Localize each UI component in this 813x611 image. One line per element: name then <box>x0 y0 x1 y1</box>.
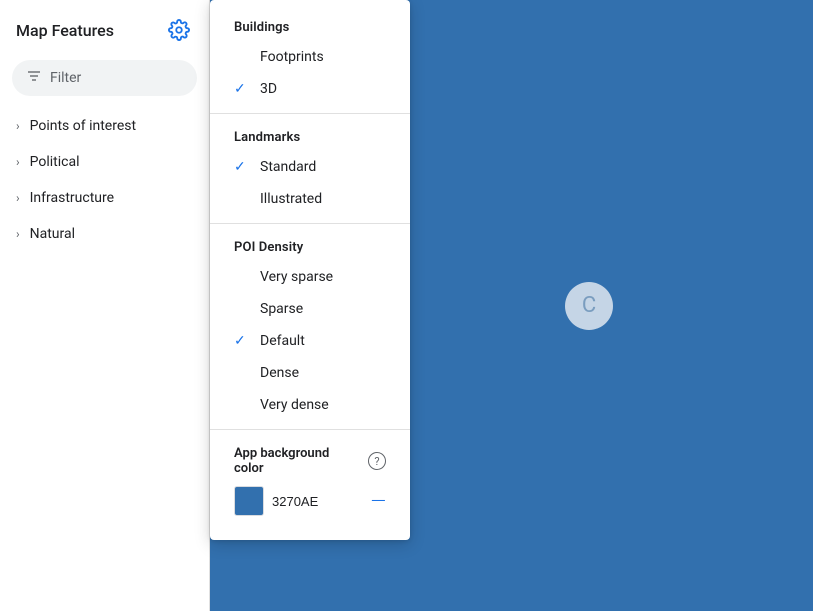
menu-item-very-sparse[interactable]: Very sparse <box>210 261 410 293</box>
menu-item-default[interactable]: ✓ Default <box>210 325 410 357</box>
color-section: App background color ? — <box>210 438 410 524</box>
menu-item-very-dense[interactable]: Very dense <box>210 389 410 421</box>
sidebar-item-label: Points of interest <box>30 118 136 134</box>
filter-icon <box>26 68 42 88</box>
check-icon: ✓ <box>234 159 252 175</box>
filter-bar[interactable]: Filter <box>12 60 197 96</box>
menu-item-footprints[interactable]: Footprints <box>210 41 410 73</box>
chevron-icon: › <box>16 227 20 241</box>
menu-item-label: Footprints <box>260 49 324 65</box>
color-value-input[interactable] <box>272 494 342 509</box>
menu-item-label: Default <box>260 333 305 349</box>
spinner-letter: C <box>582 293 596 318</box>
gear-icon[interactable] <box>165 16 193 44</box>
divider <box>210 429 410 430</box>
chevron-icon: › <box>16 155 20 169</box>
menu-item-label: Very sparse <box>260 269 333 285</box>
map-spinner: C <box>565 282 613 330</box>
menu-item-illustrated[interactable]: Illustrated <box>210 183 410 215</box>
menu-item-3d[interactable]: ✓ 3D <box>210 73 410 105</box>
menu-item-label: Illustrated <box>260 191 322 207</box>
section-header-poi-density: POI Density <box>210 232 410 261</box>
sidebar-item-political[interactable]: › Political <box>0 144 209 180</box>
menu-item-standard[interactable]: ✓ Standard <box>210 151 410 183</box>
sidebar-item-poi[interactable]: › Points of interest <box>0 108 209 144</box>
check-icon: ✓ <box>234 333 252 349</box>
chevron-icon: › <box>16 191 20 205</box>
menu-item-label: Dense <box>260 365 299 381</box>
sidebar-item-natural[interactable]: › Natural <box>0 216 209 252</box>
sidebar: Map Features Filter › Points of interest… <box>0 0 210 611</box>
menu-item-label: Standard <box>260 159 316 175</box>
chevron-icon: › <box>16 119 20 133</box>
section-header-buildings: Buildings <box>210 12 410 41</box>
section-header-landmarks: Landmarks <box>210 122 410 151</box>
menu-item-sparse[interactable]: Sparse <box>210 293 410 325</box>
sidebar-title: Map Features <box>16 21 114 40</box>
sidebar-nav: › Points of interest › Political › Infra… <box>0 104 209 611</box>
filter-placeholder: Filter <box>50 70 81 86</box>
menu-item-label: Very dense <box>260 397 329 413</box>
sidebar-item-label: Natural <box>30 226 75 242</box>
sidebar-header: Map Features <box>0 0 209 56</box>
menu-item-dense[interactable]: Dense <box>210 357 410 389</box>
color-swatch[interactable] <box>234 486 264 516</box>
divider <box>210 113 410 114</box>
color-clear-button[interactable]: — <box>371 491 386 511</box>
dropdown-panel: Buildings Footprints ✓ 3D Landmarks ✓ St… <box>210 0 410 540</box>
color-label-row: App background color ? <box>234 446 386 476</box>
color-label: App background color <box>234 446 362 476</box>
help-icon[interactable]: ? <box>368 452 386 470</box>
sidebar-item-infrastructure[interactable]: › Infrastructure <box>0 180 209 216</box>
divider <box>210 223 410 224</box>
sidebar-item-label: Infrastructure <box>30 190 114 206</box>
color-input-row: — <box>234 486 386 516</box>
menu-item-label: Sparse <box>260 301 303 317</box>
sidebar-item-label: Political <box>30 154 80 170</box>
check-icon: ✓ <box>234 81 252 97</box>
menu-item-label: 3D <box>260 81 277 97</box>
